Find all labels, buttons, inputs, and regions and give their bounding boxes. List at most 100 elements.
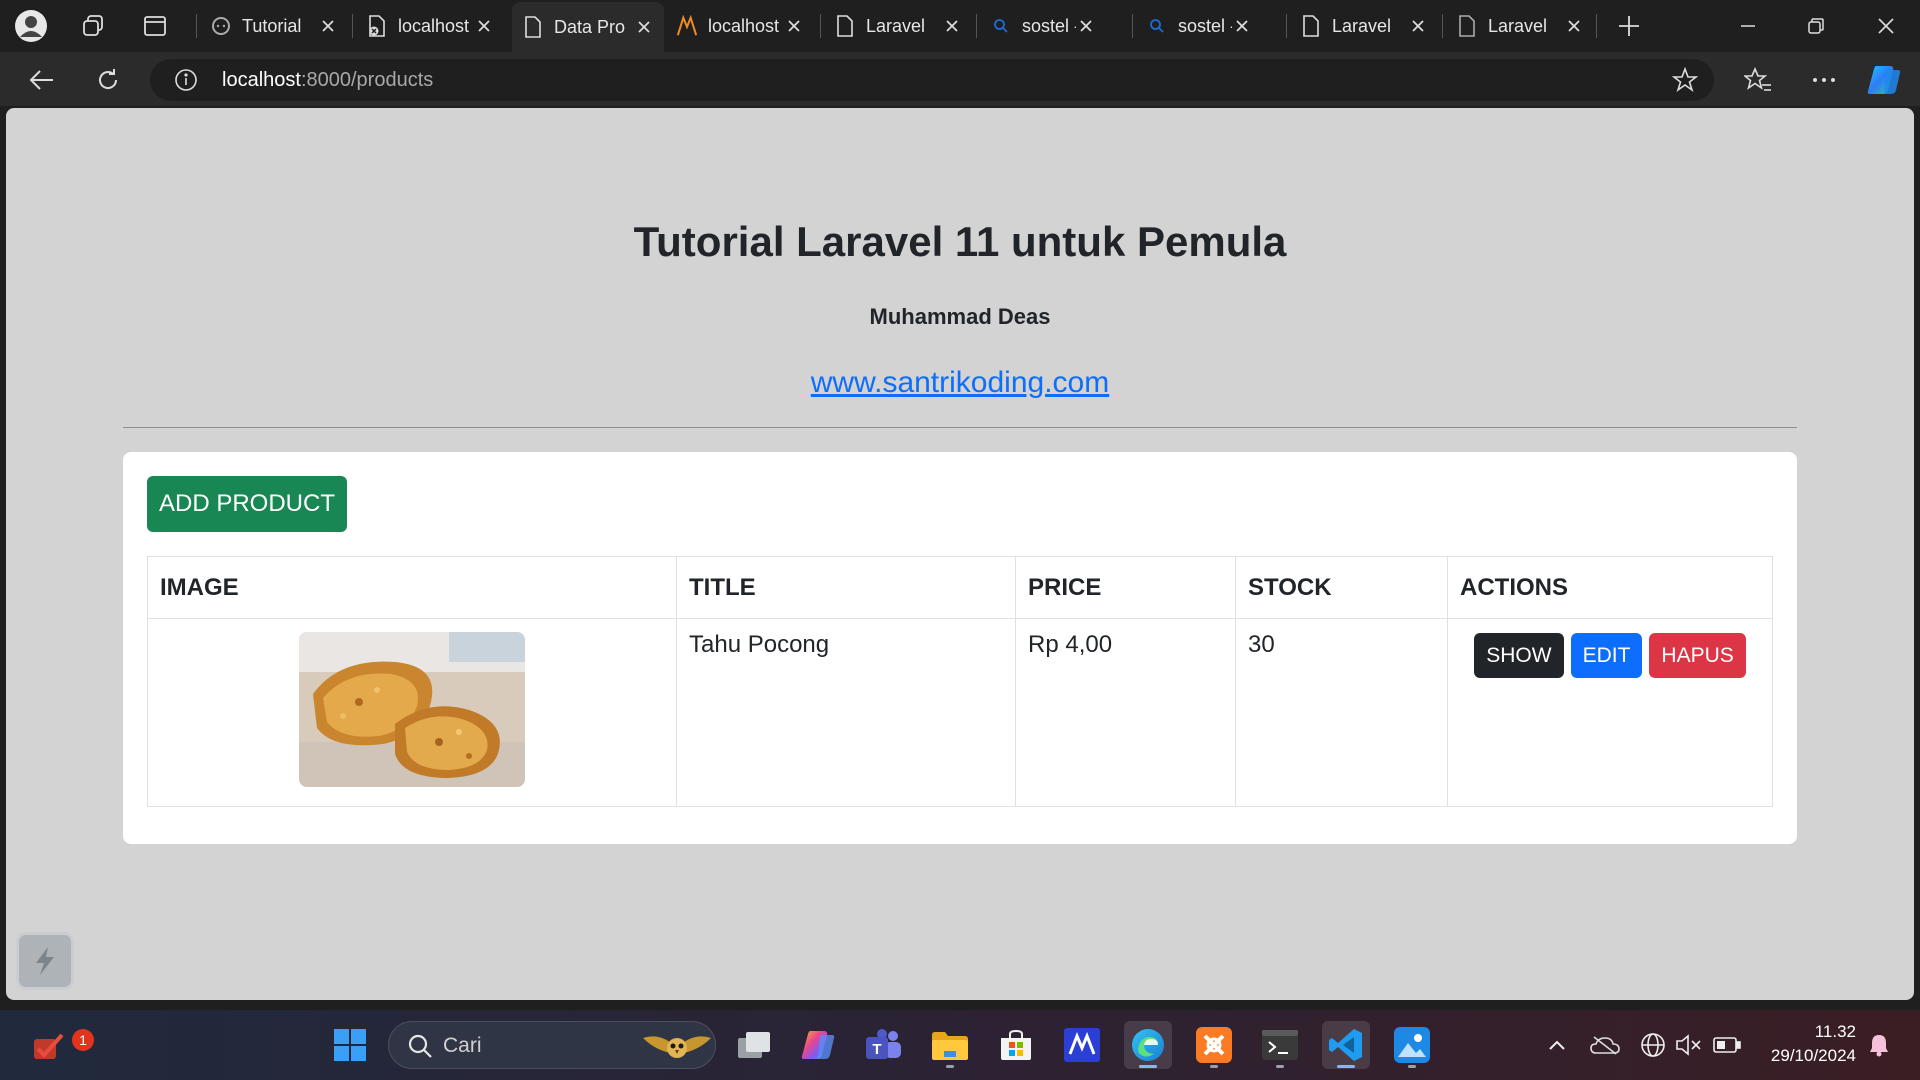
tab-title: Laravel <box>1332 15 1392 36</box>
page-icon <box>1300 15 1322 37</box>
xampp-control-icon[interactable] <box>1190 1021 1238 1069</box>
close-tab-icon[interactable] <box>1076 16 1096 36</box>
xampp-icon <box>676 15 698 37</box>
close-tab-icon[interactable] <box>318 16 338 36</box>
close-tab-icon[interactable] <box>1408 16 1428 36</box>
microsoft-store-icon[interactable] <box>992 1021 1040 1069</box>
header-image: IMAGE <box>147 556 677 619</box>
task-view-icon[interactable] <box>730 1021 778 1069</box>
product-image <box>299 632 525 787</box>
back-arrow-icon[interactable] <box>24 62 60 98</box>
close-tab-icon[interactable] <box>1232 16 1252 36</box>
windows-start-icon[interactable] <box>326 1021 374 1069</box>
page-error-icon <box>366 15 388 37</box>
system-clock[interactable]: 11.32 29/10/2024 <box>1771 1020 1856 1068</box>
site-info-icon[interactable] <box>174 68 198 92</box>
restore-icon[interactable] <box>1782 0 1850 52</box>
tab-separator <box>1286 14 1287 38</box>
owl-search-highlight-icon <box>641 1024 713 1073</box>
vscode-icon[interactable] <box>1322 1021 1370 1069</box>
address-bar[interactable]: localhost:8000/products <box>150 59 1714 101</box>
edit-button[interactable]: EDIT <box>1570 633 1643 678</box>
terminal-icon[interactable] <box>1256 1021 1304 1069</box>
onedrive-icon[interactable] <box>1590 1030 1620 1060</box>
workspaces-icon[interactable] <box>76 9 110 43</box>
tab-title: Laravel <box>866 15 926 36</box>
notification-badge: 1 <box>72 1029 94 1051</box>
tab-6[interactable]: sostel - <box>980 7 1106 45</box>
tab-title: sostel - <box>1178 15 1232 36</box>
favorites-icon[interactable] <box>1740 62 1776 98</box>
edge-browser-icon[interactable] <box>1124 1021 1172 1069</box>
copilot-icon[interactable] <box>1866 62 1902 98</box>
page-title: Tutorial Laravel 11 untuk Pemula <box>633 218 1287 265</box>
close-tab-icon[interactable] <box>942 16 962 36</box>
running-indicator <box>1210 1065 1218 1068</box>
site-link[interactable]: www.santrikoding.com <box>811 366 1109 399</box>
tab-8[interactable]: Laravel <box>1290 7 1438 45</box>
tab-separator <box>1442 14 1443 38</box>
product-image-cell <box>147 618 677 807</box>
volume-muted-icon[interactable] <box>1674 1030 1704 1060</box>
delete-button[interactable]: HAPUS <box>1649 633 1746 678</box>
action-buttons: SHOW EDIT HAPUS <box>1460 631 1760 678</box>
teams-icon[interactable]: T <box>860 1021 908 1069</box>
vertical-tabs-icon[interactable] <box>138 9 172 43</box>
profile-avatar-icon[interactable] <box>14 9 48 43</box>
network-globe-icon[interactable] <box>1638 1030 1668 1060</box>
page-icon <box>834 15 856 37</box>
tab-separator <box>820 14 821 38</box>
table-header-row: IMAGE TITLE PRICE STOCK ACTIONS <box>147 556 1773 619</box>
products-table: IMAGE TITLE PRICE STOCK ACTIONS Tahu Poc… <box>147 556 1773 807</box>
tab-4[interactable]: localhost <box>666 7 814 45</box>
tasks-app-icon[interactable]: 1 <box>24 1021 94 1069</box>
active-indicator <box>1337 1065 1355 1068</box>
search-icon <box>407 1033 433 1064</box>
tab-title: Tutorial <box>242 15 302 36</box>
tab-1[interactable]: Tutorial <box>200 7 348 45</box>
header-price: PRICE <box>1015 556 1236 619</box>
tab-title: localhost <box>398 15 470 36</box>
notification-bell-icon[interactable] <box>1864 1030 1894 1060</box>
tab-separator <box>352 14 353 38</box>
tab-separator <box>196 14 197 38</box>
tab-title: sostel - <box>1022 15 1076 36</box>
more-options-icon[interactable] <box>1806 62 1842 98</box>
laravel-debug-toggle-icon[interactable] <box>16 932 74 990</box>
close-tab-icon[interactable] <box>1564 16 1584 36</box>
file-explorer-icon[interactable] <box>926 1021 974 1069</box>
tab-7[interactable]: sostel - <box>1136 7 1262 45</box>
tab-2[interactable]: localhost <box>356 7 504 45</box>
search-icon <box>990 15 1012 37</box>
show-button[interactable]: SHOW <box>1474 633 1564 678</box>
browser-toolbar: localhost:8000/products <box>0 52 1920 106</box>
close-tab-icon[interactable] <box>474 16 494 36</box>
taskbar-search[interactable]: Cari <box>388 1021 716 1069</box>
new-tab-icon[interactable] <box>1612 9 1646 43</box>
product-actions-cell: SHOW EDIT HAPUS <box>1447 618 1773 807</box>
close-tab-icon[interactable] <box>634 17 654 37</box>
search-icon <box>1146 15 1168 37</box>
refresh-icon[interactable] <box>90 62 126 98</box>
page-icon <box>1456 15 1478 37</box>
close-tab-icon[interactable] <box>784 16 804 36</box>
tab-9[interactable]: Laravel <box>1446 7 1594 45</box>
header-title: TITLE <box>676 556 1016 619</box>
minimize-icon[interactable] <box>1714 0 1782 52</box>
copilot-taskbar-icon[interactable] <box>794 1021 842 1069</box>
tab-title: Data Pro <box>554 16 626 37</box>
product-stock: 30 <box>1235 618 1448 807</box>
favorite-star-icon[interactable] <box>1671 66 1699 93</box>
clock-time: 11.32 <box>1814 1022 1856 1041</box>
show-hidden-icons-chevron-icon[interactable] <box>1542 1030 1572 1060</box>
close-window-icon[interactable] <box>1852 0 1920 52</box>
app-m-icon[interactable] <box>1058 1021 1106 1069</box>
clock-date: 29/10/2024 <box>1770 1046 1856 1065</box>
battery-icon[interactable] <box>1712 1030 1742 1060</box>
photos-icon[interactable] <box>1388 1021 1436 1069</box>
tab-5[interactable]: Laravel <box>824 7 972 45</box>
tab-title: Laravel <box>1488 15 1548 36</box>
tab-3-active[interactable]: Data Pro <box>512 2 664 52</box>
add-product-button[interactable]: ADD PRODUCT <box>147 476 347 532</box>
running-indicator <box>946 1065 954 1068</box>
